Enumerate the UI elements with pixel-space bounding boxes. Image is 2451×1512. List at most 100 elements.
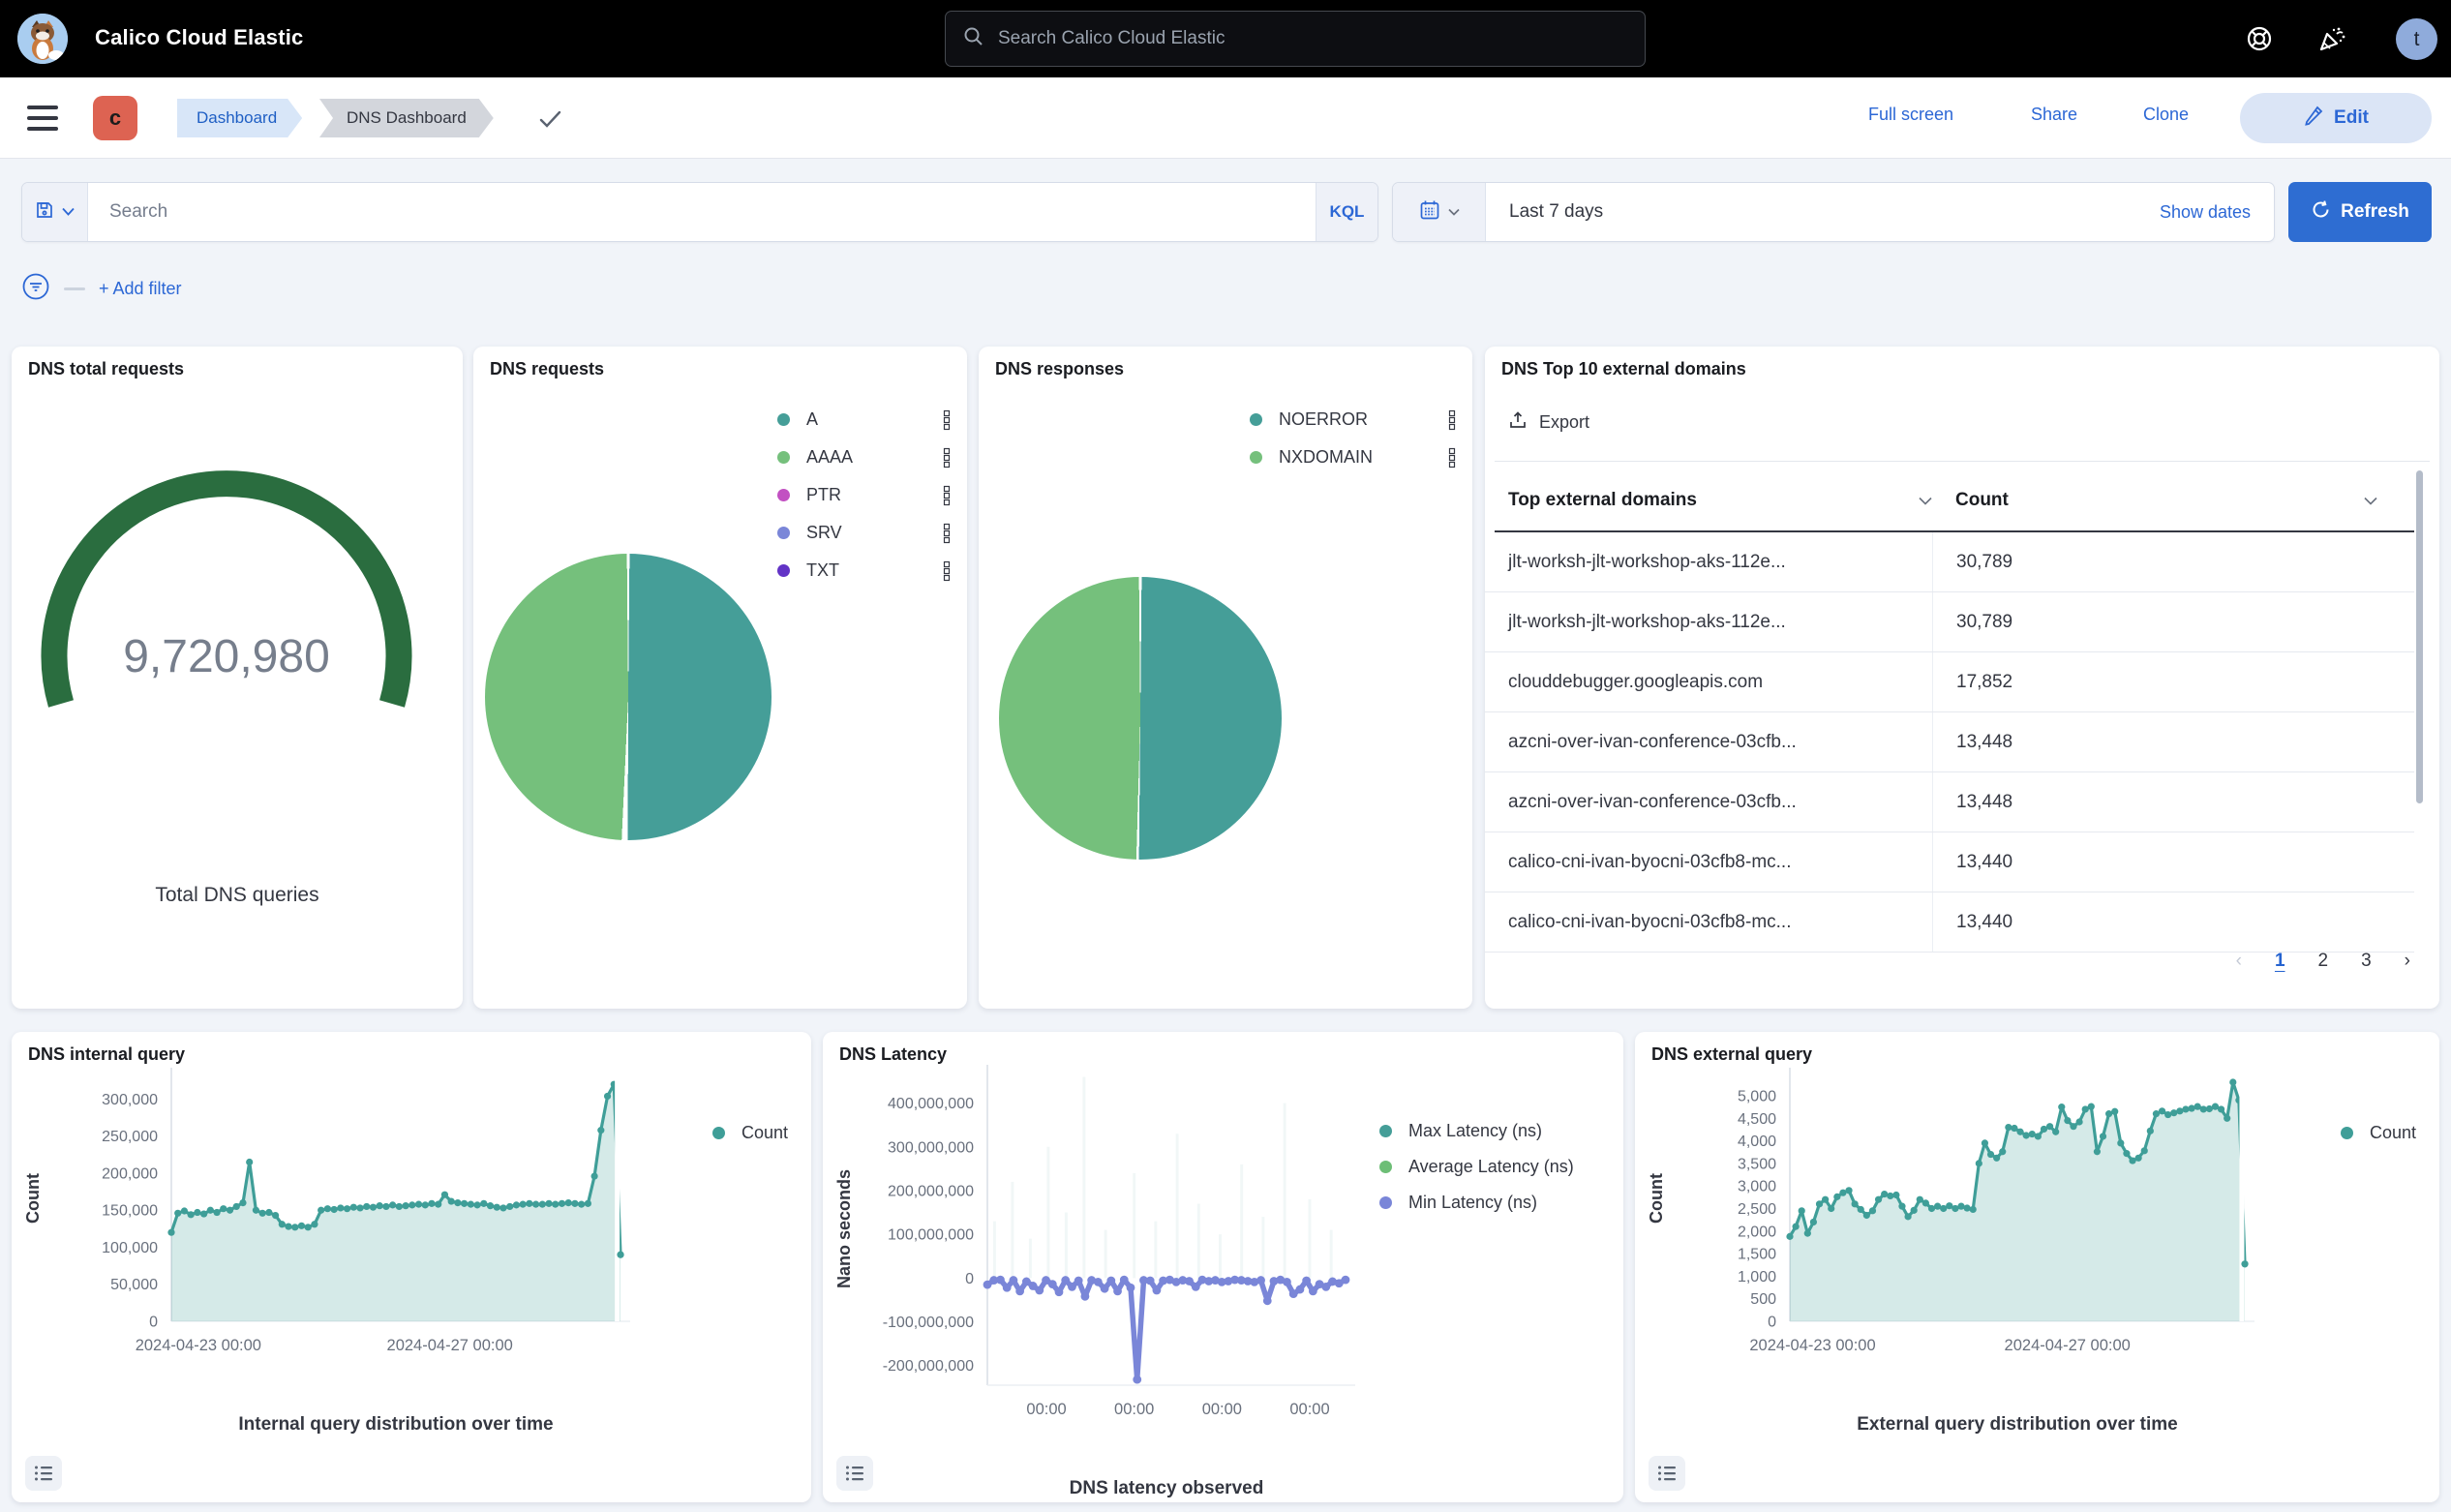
date-picker-bar[interactable]: Last 7 days Show dates — [1392, 182, 2275, 242]
pagination-page-1[interactable]: 1 — [2275, 951, 2285, 972]
svg-text:250,000: 250,000 — [102, 1129, 158, 1145]
svg-text:4,500: 4,500 — [1738, 1111, 1776, 1128]
svg-text:2024-04-27 00:00: 2024-04-27 00:00 — [387, 1337, 513, 1354]
legend-item[interactable]: A — [777, 401, 952, 438]
legend-actions-icon[interactable] — [942, 485, 952, 506]
domain-cell: azcni-over-ivan-conference-03cfb... — [1485, 732, 1932, 753]
table-row[interactable]: calico-cni-ivan-byocni-03cfb8-mc...13,44… — [1485, 832, 2414, 892]
dns-responses-pie-chart[interactable] — [999, 577, 1282, 860]
svg-text:0: 0 — [965, 1271, 974, 1287]
column-header-count[interactable]: Count — [1955, 470, 2377, 530]
date-quick-menu[interactable] — [1393, 183, 1486, 241]
legend-item[interactable]: Max Latency (ns) — [1379, 1113, 1574, 1149]
legend-toggle-button[interactable] — [1649, 1456, 1685, 1491]
kql-toggle[interactable]: KQL — [1316, 183, 1377, 241]
kql-search-bar[interactable]: Search KQL — [21, 182, 1378, 242]
table-row[interactable]: jlt-worksh-jlt-workshop-aks-112e...30,78… — [1485, 592, 2414, 652]
edit-button-label: Edit — [2334, 107, 2369, 129]
legend-actions-icon[interactable] — [1447, 447, 1457, 469]
legend-item[interactable]: NOERROR — [1250, 401, 1457, 438]
svg-text:0: 0 — [149, 1315, 158, 1331]
legend-item[interactable]: Average Latency (ns) — [1379, 1149, 1574, 1185]
chevron-down-icon — [62, 203, 75, 221]
query-input[interactable]: Search — [88, 201, 1316, 223]
edit-button[interactable]: Edit — [2240, 93, 2432, 143]
legend-color-dot — [1250, 413, 1262, 426]
add-filter-button[interactable]: + Add filter — [99, 279, 182, 299]
dns-latency-line-chart[interactable]: 400,000,000300,000,000200,000,000100,000… — [823, 1032, 1623, 1502]
pagination-page-3[interactable]: 3 — [2361, 951, 2372, 972]
legend-item[interactable]: SRV — [777, 514, 952, 552]
svg-text:300,000: 300,000 — [102, 1092, 158, 1108]
legend-color-dot — [777, 564, 790, 577]
legend-item[interactable]: Min Latency (ns) — [1379, 1185, 1574, 1221]
pagination-next[interactable]: › — [2405, 951, 2410, 972]
legend-item[interactable]: PTR — [777, 476, 952, 514]
gauge-chart[interactable]: 9,720,980 — [12, 414, 463, 821]
export-button[interactable]: Export — [1508, 410, 1589, 435]
legend-color-dot — [1379, 1196, 1392, 1209]
clone-button[interactable]: Clone — [2143, 105, 2189, 125]
svg-text:4,000: 4,000 — [1738, 1134, 1776, 1150]
table-row[interactable]: azcni-over-ivan-conference-03cfb...13,44… — [1485, 712, 2414, 772]
legend-actions-icon[interactable] — [942, 560, 952, 582]
chevron-down-icon[interactable] — [2364, 490, 2377, 511]
panel-dns-responses: DNS responses NOERRORNXDOMAIN — [979, 347, 1472, 1009]
time-range-value[interactable]: Last 7 days — [1486, 201, 2160, 223]
legend-actions-icon[interactable] — [942, 447, 952, 469]
breadcrumb-dns-dashboard[interactable]: DNS Dashboard — [319, 99, 494, 137]
legend-label: AAAA — [806, 447, 853, 468]
svg-text:External query distribution ov: External query distribution over time — [1857, 1414, 2178, 1435]
check-icon[interactable] — [538, 108, 563, 135]
legend-item[interactable]: Count — [2341, 1115, 2416, 1151]
legend-label: NOERROR — [1279, 409, 1368, 430]
global-search-input[interactable]: Search Calico Cloud Elastic — [945, 11, 1646, 67]
export-label: Export — [1539, 412, 1589, 433]
calico-cat-logo-icon[interactable] — [17, 14, 68, 64]
svg-text:50,000: 50,000 — [110, 1277, 158, 1293]
hamburger-menu-icon[interactable] — [27, 103, 64, 134]
app-badge[interactable]: c — [93, 96, 137, 140]
show-dates-button[interactable]: Show dates — [2160, 202, 2274, 223]
table-row[interactable]: clouddebugger.googleapis.com17,852 — [1485, 652, 2414, 712]
legend-label: TXT — [806, 560, 839, 581]
legend-label: Count — [741, 1123, 788, 1143]
legend-color-dot — [777, 527, 790, 539]
filter-icon[interactable] — [21, 272, 50, 306]
table-row[interactable]: azcni-over-ivan-conference-03cfb...13,44… — [1485, 772, 2414, 832]
legend-toggle-button[interactable] — [25, 1456, 62, 1491]
saved-query-menu[interactable] — [22, 183, 88, 241]
table-row[interactable]: calico-cni-ivan-byocni-03cfb8-mc...13,44… — [1485, 892, 2414, 953]
table-scrollbar[interactable] — [2416, 470, 2423, 803]
chevron-down-icon[interactable] — [1919, 490, 1932, 511]
pagination-prev[interactable]: ‹ — [2236, 951, 2242, 972]
dns-requests-pie-chart[interactable] — [485, 554, 772, 840]
svg-text:500: 500 — [1750, 1291, 1776, 1308]
legend-actions-icon[interactable] — [942, 409, 952, 431]
legend-item[interactable]: NXDOMAIN — [1250, 438, 1457, 476]
refresh-button[interactable]: Refresh — [2288, 182, 2432, 242]
svg-text:3,500: 3,500 — [1738, 1156, 1776, 1172]
legend-item[interactable]: TXT — [777, 552, 952, 590]
share-button[interactable]: Share — [2031, 105, 2077, 125]
external-query-area-chart[interactable]: 5,0004,5004,0003,5003,0002,5002,0001,500… — [1635, 1032, 2439, 1502]
news-party-popper-icon[interactable] — [2315, 21, 2349, 56]
pagination-page-2[interactable]: 2 — [2318, 951, 2329, 972]
legend-item[interactable]: AAAA — [777, 438, 952, 476]
column-header-domains[interactable]: Top external domains — [1508, 470, 1932, 530]
full-screen-button[interactable]: Full screen — [1868, 105, 1953, 125]
legend-label: Count — [2370, 1123, 2416, 1143]
legend-actions-icon[interactable] — [1447, 409, 1457, 431]
legend-toggle-button[interactable] — [836, 1456, 873, 1491]
svg-text:2,000: 2,000 — [1738, 1224, 1776, 1240]
table-row[interactable]: jlt-worksh-jlt-workshop-aks-112e...30,78… — [1485, 532, 2414, 592]
legend-actions-icon[interactable] — [942, 523, 952, 544]
breadcrumb-dashboard[interactable]: Dashboard — [177, 99, 302, 137]
help-lifering-icon[interactable] — [2242, 21, 2277, 56]
divider — [1495, 461, 2430, 462]
internal-query-area-chart[interactable]: 300,000250,000200,000150,000100,00050,00… — [12, 1032, 811, 1502]
chart-legend: Count — [712, 1115, 788, 1151]
user-avatar[interactable]: t — [2396, 18, 2437, 60]
filter-row: + Add filter — [21, 269, 182, 308]
legend-item[interactable]: Count — [712, 1115, 788, 1151]
